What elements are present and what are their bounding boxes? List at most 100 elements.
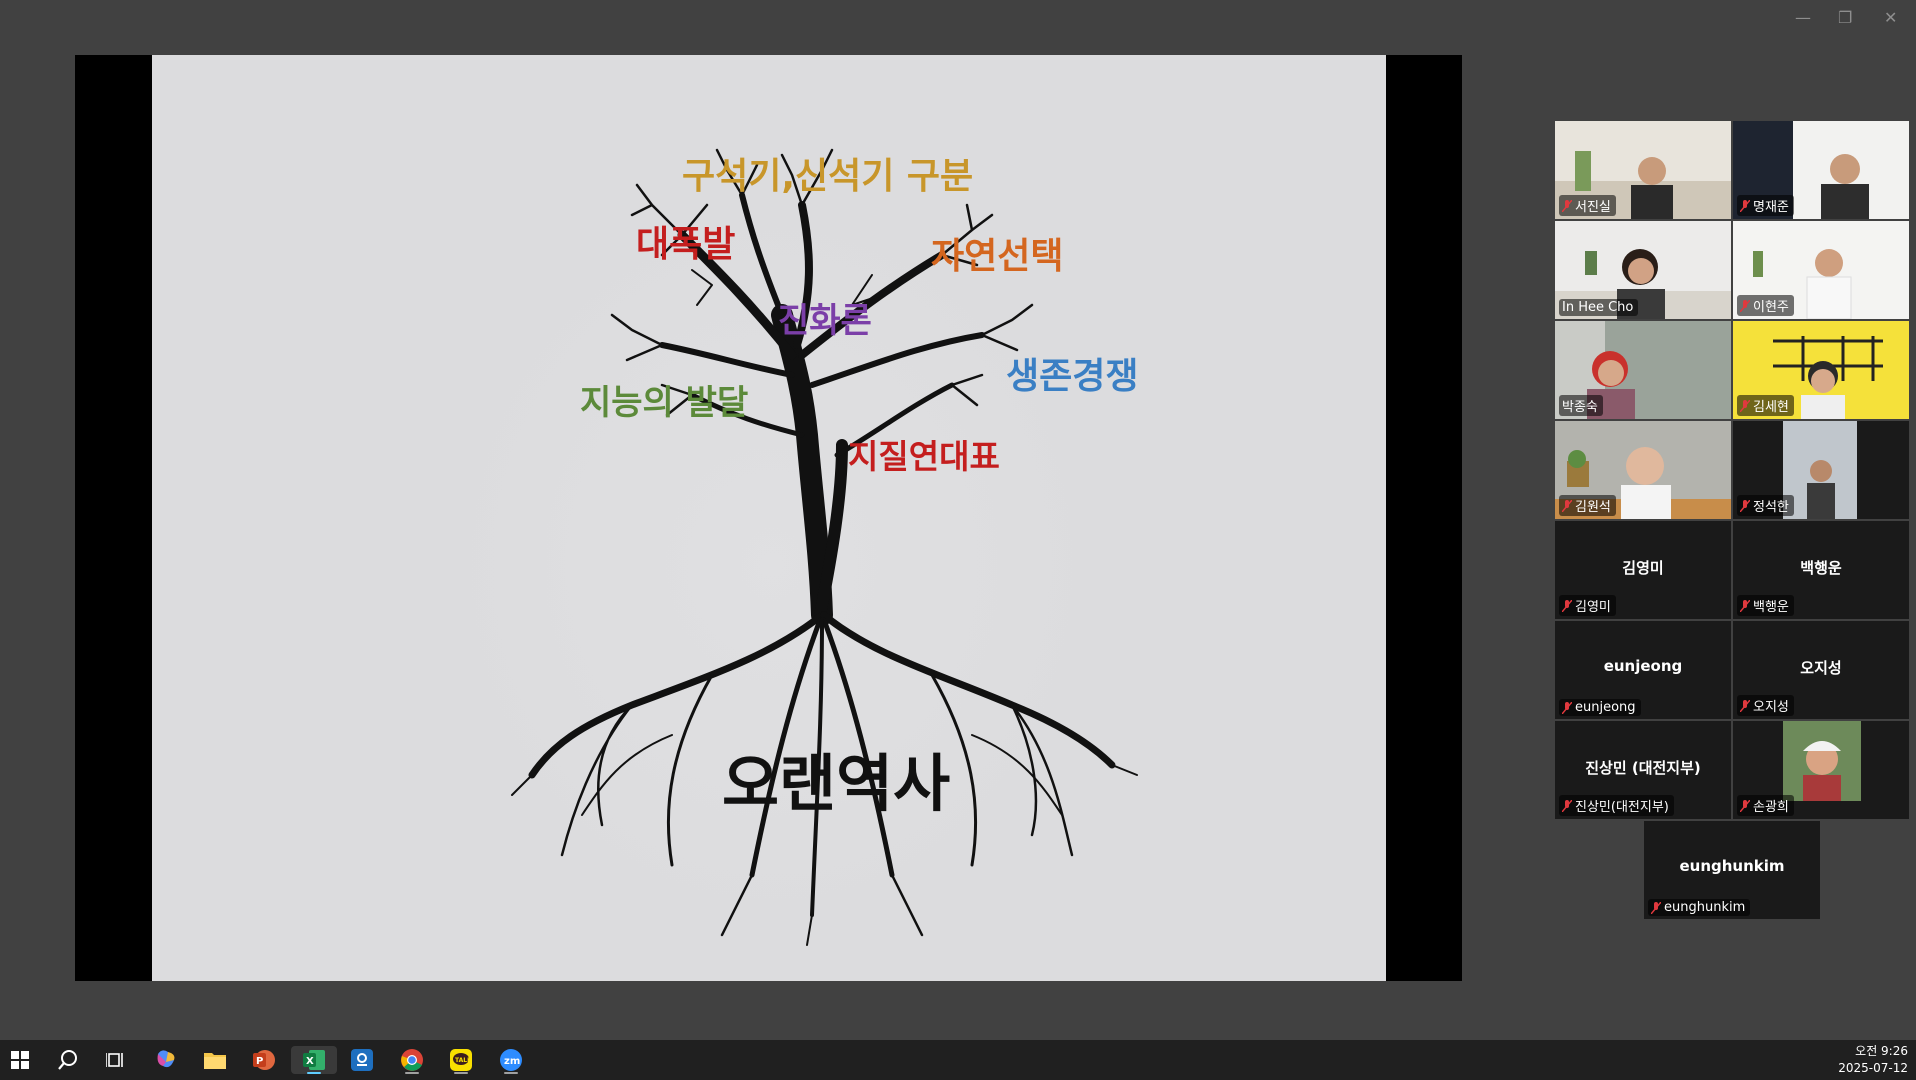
participant-tile[interactable]: 박종숙 bbox=[1555, 321, 1731, 419]
mic-muted-icon bbox=[1562, 701, 1572, 714]
participant-name: eunjeong bbox=[1575, 700, 1636, 715]
powerpoint-icon[interactable]: P bbox=[250, 1046, 278, 1074]
participant-tile[interactable]: 김세현 bbox=[1733, 321, 1909, 419]
participant-gallery: 서진실 명재준 In Hee Cho 이현주 박종숙 김세현 김원석 정석한 김… bbox=[1555, 121, 1909, 919]
mic-muted-icon bbox=[1740, 799, 1750, 812]
close-button[interactable]: ✕ bbox=[1884, 8, 1897, 27]
mic-muted-icon bbox=[1562, 599, 1572, 612]
participant-name: In Hee Cho bbox=[1562, 300, 1634, 315]
clock-date: 2025-07-12 bbox=[1838, 1061, 1908, 1075]
presentation-slide: 구석기,신석기 구분 대폭발 자연선택 진화론 생존경쟁 지능의 발달 지질연대… bbox=[152, 55, 1386, 981]
participant-tile[interactable]: 백행운 백행운 bbox=[1733, 521, 1909, 619]
slide-word: 구석기,신석기 구분 bbox=[682, 156, 974, 197]
mic-muted-icon bbox=[1740, 299, 1750, 312]
participant-tile[interactable]: 서진실 bbox=[1555, 121, 1731, 219]
slide-word: 오랜역사 bbox=[722, 747, 951, 820]
slide-word: 지능의 발달 bbox=[580, 383, 749, 423]
name-tag: 이현주 bbox=[1737, 295, 1794, 316]
slide-word: 진화론 bbox=[778, 301, 872, 341]
hancom-icon[interactable] bbox=[348, 1046, 376, 1074]
participant-tile[interactable]: 김영미 김영미 bbox=[1555, 521, 1731, 619]
name-tag: 정석한 bbox=[1737, 495, 1794, 516]
name-tag: 서진실 bbox=[1559, 195, 1616, 216]
participant-name: 서진실 bbox=[1575, 200, 1611, 215]
name-tag: eunjeong bbox=[1559, 699, 1641, 716]
participant-display-name: 백행운 bbox=[1800, 559, 1842, 577]
slide-word: 자연선택 bbox=[931, 236, 1064, 277]
running-indicator bbox=[504, 1072, 518, 1074]
mic-muted-icon bbox=[1740, 399, 1750, 412]
chrome-icon[interactable] bbox=[398, 1046, 426, 1074]
slide-word: 지질연대표 bbox=[848, 437, 1000, 476]
clock-time: 오전 9:26 bbox=[1855, 1044, 1908, 1058]
participant-name: eunghunkim bbox=[1664, 900, 1746, 915]
kakaotalk-icon[interactable]: TALK bbox=[447, 1046, 475, 1074]
slide-word: 대폭발 bbox=[636, 224, 736, 265]
windows-start-icon[interactable] bbox=[6, 1046, 34, 1074]
name-tag: eunghunkim bbox=[1648, 899, 1751, 916]
participant-name: 김영미 bbox=[1575, 600, 1611, 615]
mic-muted-icon bbox=[1562, 499, 1572, 512]
mic-muted-icon bbox=[1651, 901, 1661, 914]
participant-tile[interactable]: 오지성 오지성 bbox=[1733, 621, 1909, 719]
mic-muted-icon bbox=[1740, 699, 1750, 712]
participant-name: 진상민(대전지부) bbox=[1575, 800, 1669, 815]
participant-tile[interactable]: eunjeong eunjeong bbox=[1555, 621, 1731, 719]
name-tag: 박종숙 bbox=[1559, 395, 1603, 416]
participant-tile-active[interactable]: In Hee Cho bbox=[1555, 221, 1731, 319]
svg-text:zm: zm bbox=[504, 1056, 520, 1067]
name-tag: 김영미 bbox=[1559, 595, 1616, 616]
file-explorer-icon[interactable] bbox=[201, 1046, 229, 1074]
svg-text:P: P bbox=[256, 1056, 263, 1067]
name-tag: 명재준 bbox=[1737, 195, 1794, 216]
mic-muted-icon bbox=[1740, 499, 1750, 512]
mic-muted-icon bbox=[1740, 599, 1750, 612]
name-tag: 백행운 bbox=[1737, 595, 1794, 616]
participant-tile[interactable]: 정석한 bbox=[1733, 421, 1909, 519]
zoom-icon[interactable]: zm bbox=[497, 1046, 525, 1074]
participant-tile[interactable]: 김원석 bbox=[1555, 421, 1731, 519]
active-indicator bbox=[307, 1072, 321, 1074]
participant-name: 박종숙 bbox=[1562, 400, 1598, 415]
participant-display-name: eunghunkim bbox=[1679, 857, 1785, 875]
name-tag: 김세현 bbox=[1737, 395, 1794, 416]
search-icon[interactable] bbox=[54, 1046, 82, 1074]
participant-tile[interactable]: eunghunkim eunghunkim bbox=[1644, 821, 1820, 919]
mic-muted-icon bbox=[1562, 199, 1572, 212]
shared-screen: 구석기,신석기 구분 대폭발 자연선택 진화론 생존경쟁 지능의 발달 지질연대… bbox=[75, 55, 1462, 981]
running-indicator bbox=[454, 1072, 468, 1074]
svg-text:X: X bbox=[306, 1056, 314, 1067]
participant-tile[interactable]: 명재준 bbox=[1733, 121, 1909, 219]
participant-name: 백행운 bbox=[1753, 600, 1789, 615]
svg-text:TALK: TALK bbox=[455, 1057, 472, 1064]
participant-name: 김원석 bbox=[1575, 500, 1611, 515]
participant-display-name: 김영미 bbox=[1622, 559, 1664, 577]
participant-name: 김세현 bbox=[1753, 400, 1789, 415]
mic-muted-icon bbox=[1740, 199, 1750, 212]
slide-word: 생존경쟁 bbox=[1006, 356, 1139, 397]
restore-button[interactable]: ❐ bbox=[1838, 8, 1852, 27]
participant-name: 오지성 bbox=[1753, 700, 1789, 715]
participant-name: 이현주 bbox=[1753, 300, 1789, 315]
minimize-button[interactable]: — bbox=[1795, 8, 1811, 27]
name-tag: In Hee Cho bbox=[1559, 299, 1639, 316]
name-tag: 손광희 bbox=[1737, 795, 1794, 816]
participant-display-name: 오지성 bbox=[1800, 659, 1842, 677]
participant-name: 정석한 bbox=[1753, 500, 1789, 515]
taskbar: P X TALK zm 오전 9:26 2025-07-12 bbox=[0, 1040, 1916, 1080]
name-tag: 오지성 bbox=[1737, 695, 1794, 716]
name-tag: 김원석 bbox=[1559, 495, 1616, 516]
system-clock[interactable]: 오전 9:26 2025-07-12 bbox=[1838, 1043, 1908, 1077]
name-tag: 진상민(대전지부) bbox=[1559, 795, 1674, 816]
copilot-icon[interactable] bbox=[152, 1046, 180, 1074]
running-indicator bbox=[405, 1072, 419, 1074]
excel-icon[interactable]: X bbox=[291, 1046, 337, 1074]
participant-tile[interactable]: 손광희 bbox=[1733, 721, 1909, 819]
participant-name: 명재준 bbox=[1753, 200, 1789, 215]
mic-muted-icon bbox=[1562, 799, 1572, 812]
task-view-icon[interactable] bbox=[102, 1046, 130, 1074]
participant-display-name: 진상민 (대전지부) bbox=[1585, 759, 1701, 777]
participant-tile[interactable]: 이현주 bbox=[1733, 221, 1909, 319]
participant-tile[interactable]: 진상민 (대전지부) 진상민(대전지부) bbox=[1555, 721, 1731, 819]
participant-display-name: eunjeong bbox=[1603, 657, 1683, 675]
